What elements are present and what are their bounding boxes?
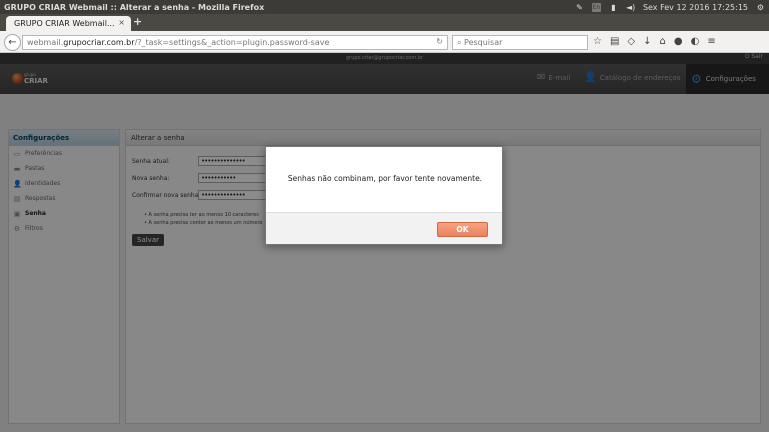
window-title: GRUPO CRIAR Webmail :: Alterar a senha -… — [4, 2, 265, 12]
os-top-bar: GRUPO CRIAR Webmail :: Alterar a senha -… — [0, 0, 769, 14]
home-icon[interactable]: ⌂ — [660, 36, 666, 47]
bookmark-star-icon[interactable]: ☆ — [593, 36, 602, 47]
menu-icon[interactable]: ≡ — [707, 36, 715, 47]
search-placeholder: Pesquisar — [464, 38, 503, 47]
clock[interactable]: Sex Fev 12 2016 17:25:15 — [643, 3, 748, 12]
volume-icon[interactable]: ◄) — [626, 3, 635, 12]
url-bar[interactable]: webmail.grupocriar.com.br/?_task=setting… — [22, 35, 448, 50]
settings-gear-icon[interactable]: ⚙ — [756, 3, 765, 12]
url-domain: grupocriar.com.br — [63, 38, 135, 47]
chat-icon[interactable]: ● — [674, 36, 683, 47]
dialog-footer: OK — [266, 212, 502, 244]
browser-tab[interactable]: GRUPO CRIAR Webmail... × — [6, 16, 131, 31]
reading-list-icon[interactable]: ▤ — [610, 36, 619, 47]
input-method-icon[interactable]: En — [591, 2, 601, 12]
back-button[interactable]: ← — [4, 34, 21, 51]
new-tab-button[interactable]: + — [133, 15, 142, 28]
error-dialog: Senhas não combinam, por favor tente nov… — [265, 146, 503, 245]
ok-button[interactable]: OK — [437, 222, 488, 237]
search-icon: ⌕ — [457, 38, 462, 47]
tab-title: GRUPO CRIAR Webmail... — [14, 19, 115, 28]
tab-strip: GRUPO CRIAR Webmail... × + — [0, 14, 769, 31]
pocket-icon[interactable]: ◇ — [627, 36, 635, 47]
close-tab-icon[interactable]: × — [118, 18, 125, 27]
url-prefix: webmail. — [27, 38, 64, 47]
dialog-message: Senhas não combinam, por favor tente nov… — [287, 174, 483, 183]
download-icon[interactable]: ↓ — [643, 36, 651, 47]
toolbar-icons: ☆ ▤ ◇ ↓ ⌂ ● ◐ ≡ — [593, 36, 716, 47]
url-path: /?_task=settings&_action=plugin.password… — [134, 38, 330, 47]
system-tray: ✎ En ▮ ◄) Sex Fev 12 2016 17:25:15 ⚙ — [575, 2, 765, 12]
reload-icon[interactable]: ↻ — [436, 37, 443, 46]
navigation-bar: ← webmail.grupocriar.com.br/?_task=setti… — [0, 31, 769, 53]
search-input[interactable]: ⌕ Pesquisar — [452, 35, 588, 50]
extension-icon[interactable]: ◐ — [691, 36, 700, 47]
battery-icon[interactable]: ▮ — [609, 3, 618, 12]
pen-icon[interactable]: ✎ — [575, 3, 584, 12]
